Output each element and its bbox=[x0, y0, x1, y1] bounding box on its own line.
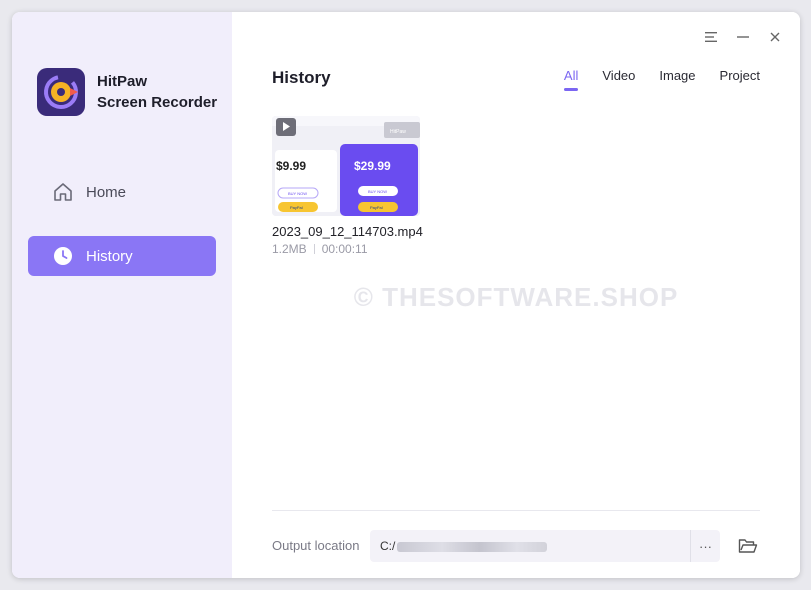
thumb-badge: HitPaw bbox=[390, 129, 406, 135]
sidebar-item-label: History bbox=[86, 247, 133, 265]
app-name-line2: Screen Recorder bbox=[97, 94, 218, 111]
thumb-pay-right: PayPal bbox=[370, 205, 383, 210]
sidebar-item-label: Home bbox=[86, 183, 127, 201]
home-icon bbox=[52, 181, 74, 203]
thumb-right-price: $29.99 bbox=[354, 159, 391, 173]
output-path-prefix: C:/ bbox=[380, 539, 396, 553]
tab-all[interactable]: All bbox=[563, 68, 579, 91]
folder-open-icon[interactable] bbox=[737, 535, 759, 557]
browse-button[interactable]: ··· bbox=[690, 530, 720, 562]
page-title: History bbox=[272, 68, 331, 87]
file-name[interactable]: 2023_09_12_114703.mp4 bbox=[272, 224, 423, 239]
sidebar: HitPaw Screen Recorder Home History bbox=[12, 12, 232, 578]
file-duration: 00:00:11 bbox=[321, 242, 368, 256]
thumb-left-price: $9.99 bbox=[276, 159, 306, 173]
app-name-line1: HitPaw bbox=[97, 73, 148, 90]
thumb-buy-left: BUY NOW bbox=[288, 191, 307, 196]
app-name: HitPaw Screen Recorder bbox=[97, 71, 217, 113]
tab-project[interactable]: Project bbox=[720, 68, 760, 91]
clock-icon bbox=[52, 245, 74, 267]
video-thumbnail[interactable]: $9.99 $29.99 HitPaw BUY NOW BUY NOW PayP… bbox=[272, 116, 420, 216]
tab-image[interactable]: Image bbox=[659, 68, 695, 91]
output-path: C:/ bbox=[370, 539, 690, 553]
output-path-redacted bbox=[397, 541, 548, 552]
tab-video[interactable]: Video bbox=[602, 68, 635, 91]
minimize-icon[interactable] bbox=[732, 26, 754, 48]
meta-divider bbox=[313, 244, 315, 254]
file-meta: 1.2MB 00:00:11 bbox=[272, 242, 368, 256]
filter-tabs: All Video Image Project bbox=[563, 68, 760, 91]
sidebar-item-home[interactable]: Home bbox=[28, 172, 216, 212]
output-location-label: Output location bbox=[272, 538, 360, 553]
hitpaw-logo-icon bbox=[37, 68, 85, 116]
watermark: © THESOFTWARE.SHOP bbox=[353, 282, 679, 312]
menu-icon[interactable] bbox=[700, 26, 722, 48]
thumb-pay-left: PayPal bbox=[290, 205, 303, 210]
app-window: HitPaw Screen Recorder Home History Hist… bbox=[12, 12, 800, 578]
sidebar-item-history[interactable]: History bbox=[28, 236, 216, 276]
thumb-buy-right: BUY NOW bbox=[368, 189, 387, 194]
main-panel: History All Video Image Project $9.99 $2… bbox=[232, 12, 800, 578]
close-icon[interactable] bbox=[764, 26, 786, 48]
footer-divider bbox=[272, 510, 760, 511]
output-location-field[interactable]: C:/ ··· bbox=[370, 530, 720, 562]
file-size: 1.2MB bbox=[272, 242, 307, 256]
